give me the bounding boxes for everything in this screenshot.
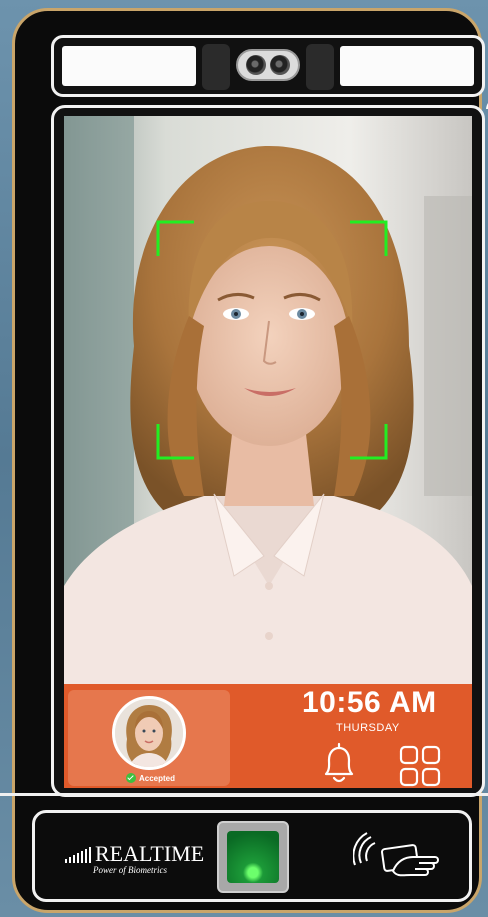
dual-camera bbox=[236, 49, 300, 81]
status-bar: Accepted 10:56 AM THURSDAY bbox=[64, 684, 472, 788]
brand-logo: REALTIME Power of Biometrics bbox=[61, 835, 204, 879]
ir-window-right bbox=[340, 46, 474, 86]
avatar-photo bbox=[115, 699, 183, 767]
sensor-slot-left bbox=[202, 44, 230, 90]
camera-lens-icon bbox=[270, 55, 290, 75]
card-tap-icon bbox=[353, 832, 439, 877]
accepted-badge: Accepted bbox=[126, 772, 175, 784]
check-icon bbox=[126, 773, 136, 783]
signal-bars-icon bbox=[65, 847, 91, 863]
accepted-label: Accepted bbox=[139, 773, 176, 783]
match-result-card: Accepted bbox=[68, 690, 230, 786]
input-panel: REALTIME Power of Biometrics bbox=[32, 810, 472, 902]
bell-icon[interactable] bbox=[316, 740, 362, 786]
camera-lens-icon bbox=[246, 55, 266, 75]
face-detection-frame bbox=[156, 220, 388, 460]
apps-grid-icon[interactable] bbox=[398, 744, 442, 788]
clock-time: 10:56 AM bbox=[302, 686, 437, 719]
display-screen: Accepted 10:56 AM THURSDAY bbox=[64, 116, 472, 788]
biometric-device: Accepted 10:56 AM THURSDAY bbox=[12, 8, 488, 913]
camera-module bbox=[51, 35, 485, 97]
sensor-slot-right bbox=[306, 44, 334, 90]
brand-name: REALTIME bbox=[95, 841, 205, 866]
ir-window-left bbox=[62, 46, 196, 86]
fingerprint-sensor[interactable] bbox=[217, 821, 289, 893]
display-frame: Accepted 10:56 AM THURSDAY bbox=[51, 105, 485, 797]
fingerprint-glass[interactable] bbox=[227, 831, 279, 883]
bezel-divider bbox=[0, 793, 488, 796]
matched-user-avatar bbox=[112, 696, 186, 770]
clock-day: THURSDAY bbox=[336, 722, 400, 734]
brand-tagline: Power of Biometrics bbox=[93, 865, 167, 875]
